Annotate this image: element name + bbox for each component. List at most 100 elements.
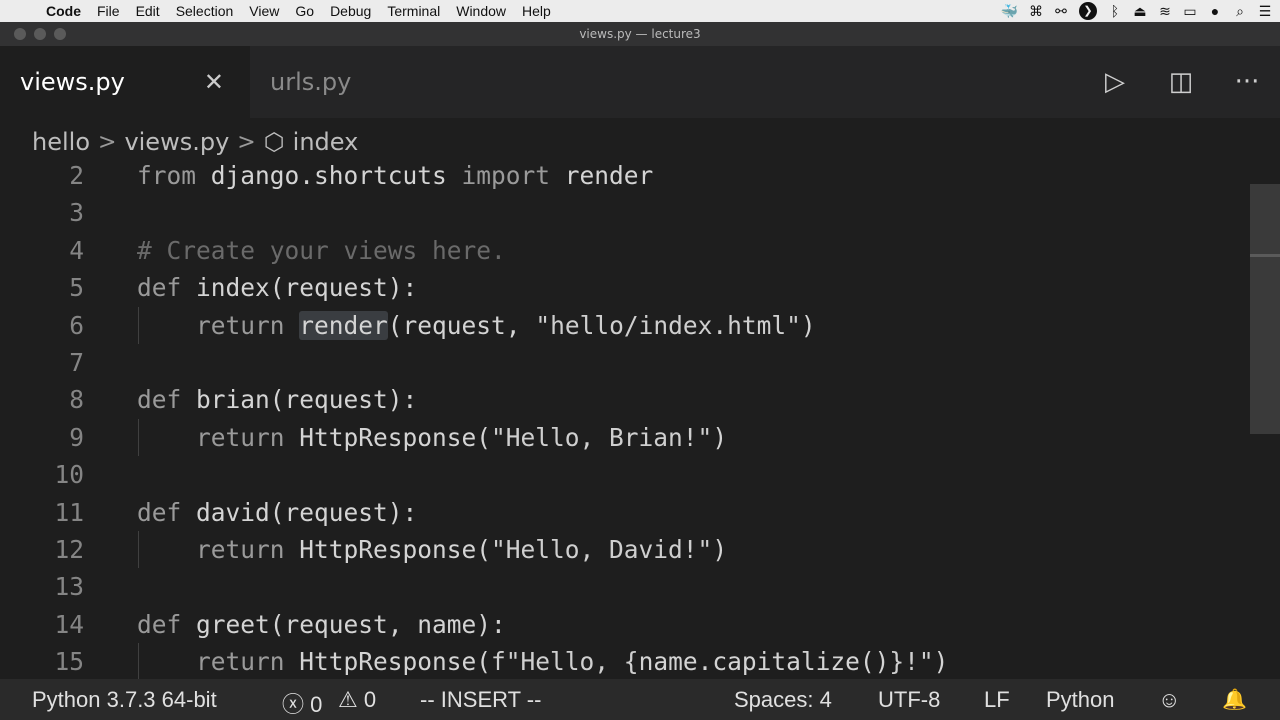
code-text: return render(request, "hello/index.html… xyxy=(137,307,816,344)
code-line[interactable]: 2 from django.shortcuts import render xyxy=(0,157,1250,194)
code-text: return HttpResponse(f"Hello, {name.capit… xyxy=(137,643,948,679)
code-token: (request, xyxy=(387,310,536,340)
code-line[interactable]: 15 return HttpResponse(f"Hello, {name.ca… xyxy=(0,643,1250,679)
code-line[interactable]: 10 xyxy=(0,456,1250,493)
encoding-setting[interactable]: UTF-8 xyxy=(878,687,940,713)
menu-window[interactable]: Window xyxy=(448,3,514,19)
code-text: # Create your views here. xyxy=(137,232,506,269)
docker-icon[interactable]: 🐳 xyxy=(1001,3,1018,20)
code-token: import xyxy=(461,161,565,190)
circle-arrow-icon[interactable]: ❯ xyxy=(1079,2,1097,20)
line-number: 10 xyxy=(54,460,84,490)
minimize-window-button[interactable] xyxy=(34,28,46,40)
code-token: # Create your views here. xyxy=(137,235,506,265)
code-token: return xyxy=(196,647,300,677)
code-line[interactable]: 6 return render(request, "hello/index.ht… xyxy=(0,306,1250,344)
code-line[interactable]: 9 return HttpResponse("Hello, Brian!") xyxy=(0,418,1250,457)
window-title-bar: views.py — lecture3 xyxy=(0,22,1280,46)
line-number: 8 xyxy=(69,385,84,415)
code-token: return xyxy=(196,310,300,340)
indentation-setting[interactable]: Spaces: 4 xyxy=(734,687,832,713)
code-token: ) xyxy=(800,310,816,340)
menu-edit[interactable]: Edit xyxy=(128,3,168,19)
highlighted-token: render xyxy=(299,310,388,340)
menu-selection[interactable]: Selection xyxy=(168,3,242,19)
more-actions-icon[interactable]: ··· xyxy=(1214,67,1280,97)
menu-bar: Code File Edit Selection View Go Debug T… xyxy=(0,0,1280,22)
bell-icon[interactable]: 🔔 xyxy=(1222,687,1247,712)
breadcrumb-folder[interactable]: hello xyxy=(32,128,90,156)
close-window-button[interactable] xyxy=(14,28,26,40)
close-icon[interactable]: ✕ xyxy=(204,68,224,96)
split-editor-icon[interactable]: ◫ xyxy=(1148,67,1214,97)
menu-terminal[interactable]: Terminal xyxy=(379,3,448,19)
code-line[interactable]: 11 def david(request): xyxy=(0,494,1250,531)
search-icon[interactable]: ⌕ xyxy=(1233,3,1247,20)
user-icon[interactable]: ● xyxy=(1208,3,1222,19)
vim-mode: -- INSERT -- xyxy=(420,687,542,712)
eol-setting[interactable]: LF xyxy=(984,687,1010,713)
list-icon[interactable]: ☰ xyxy=(1258,3,1272,20)
vertical-scrollbar[interactable] xyxy=(1250,184,1280,434)
code-line[interactable]: 7 xyxy=(0,344,1250,381)
eject-icon[interactable]: ⏏ xyxy=(1133,3,1147,20)
code-token: "hello/index.html" xyxy=(535,310,801,340)
menu-help[interactable]: Help xyxy=(514,3,559,19)
tab-urls-py[interactable]: urls.py xyxy=(250,46,510,118)
line-number: 13 xyxy=(54,572,84,602)
run-icon[interactable]: ▷ xyxy=(1082,67,1148,97)
line-number: 14 xyxy=(54,609,84,639)
tab-bar: views.py ✕ urls.py ▷ ◫ ··· xyxy=(0,46,1280,118)
line-number: 12 xyxy=(54,534,84,564)
chevron-right-icon: > xyxy=(237,129,256,155)
breadcrumb-symbol[interactable]: index xyxy=(293,128,359,156)
code-token: f"Hello, { xyxy=(491,647,639,677)
code-line[interactable]: 4 # Create your views here. xyxy=(0,232,1250,269)
tab-label: views.py xyxy=(20,68,125,96)
code-token: render xyxy=(564,161,654,190)
code-token: return xyxy=(196,534,300,564)
warnings-count[interactable]: ⚠ 0 xyxy=(338,687,376,713)
code-text: return HttpResponse("Hello, David!") xyxy=(137,531,727,568)
menu-code[interactable]: Code xyxy=(38,3,89,19)
menu-bar-status-icons: 🐳 ⌘ ⚯ ❯ ᛒ ⏏ ≋ ▭ ● ⌕ ☰ xyxy=(1001,0,1272,22)
line-number: 11 xyxy=(54,497,84,527)
code-text: def david(request): xyxy=(137,494,417,531)
code-token: "Hello, David!" xyxy=(491,534,713,564)
code-text: def index(request): xyxy=(137,269,417,306)
menu-file[interactable]: File xyxy=(89,3,128,19)
code-token: HttpResponse( xyxy=(299,422,492,452)
line-number: 15 xyxy=(54,647,84,677)
breadcrumb-file[interactable]: views.py xyxy=(124,128,229,156)
code-text: return HttpResponse("Hello, Brian!") xyxy=(137,419,727,456)
glasses-icon[interactable]: ⚯ xyxy=(1054,3,1068,20)
code-token: ) xyxy=(712,422,728,452)
code-token: def xyxy=(137,497,197,527)
code-text: from django.shortcuts import render xyxy=(137,157,653,194)
code-token: def xyxy=(137,385,197,415)
feedback-icon[interactable]: ☺ xyxy=(1158,687,1180,713)
code-line[interactable]: 13 xyxy=(0,568,1250,605)
menu-view[interactable]: View xyxy=(241,3,287,19)
battery-icon[interactable]: ▭ xyxy=(1183,3,1197,20)
code-token: }!" xyxy=(889,647,934,677)
menu-go[interactable]: Go xyxy=(287,3,322,19)
code-line[interactable]: 12 return HttpResponse("Hello, David!") xyxy=(0,530,1250,569)
code-line[interactable]: 5 def index(request): xyxy=(0,269,1250,306)
code-line[interactable]: 3 xyxy=(0,194,1250,231)
code-line[interactable]: 8 def brian(request): xyxy=(0,381,1250,418)
language-mode[interactable]: Python xyxy=(1046,687,1115,713)
tab-views-py[interactable]: views.py ✕ xyxy=(0,46,250,118)
bluetooth-icon[interactable]: ᛒ xyxy=(1108,3,1122,19)
code-token: HttpResponse( xyxy=(299,534,492,564)
errors-count[interactable]: ⓧ 0 xyxy=(282,687,322,719)
code-editor[interactable]: 2 from django.shortcuts import render 3 4 # … xyxy=(0,157,1250,679)
zoom-window-button[interactable] xyxy=(54,28,66,40)
command-icon[interactable]: ⌘ xyxy=(1029,3,1043,20)
code-line[interactable]: 14 def greet(request, name): xyxy=(0,606,1250,643)
python-interpreter[interactable]: Python 3.7.3 64-bit xyxy=(32,687,217,713)
code-token: name.capitalize() xyxy=(638,647,890,677)
wifi-icon[interactable]: ≋ xyxy=(1158,3,1172,20)
menu-debug[interactable]: Debug xyxy=(322,3,379,19)
scrollbar-cursor-marker xyxy=(1250,254,1280,257)
